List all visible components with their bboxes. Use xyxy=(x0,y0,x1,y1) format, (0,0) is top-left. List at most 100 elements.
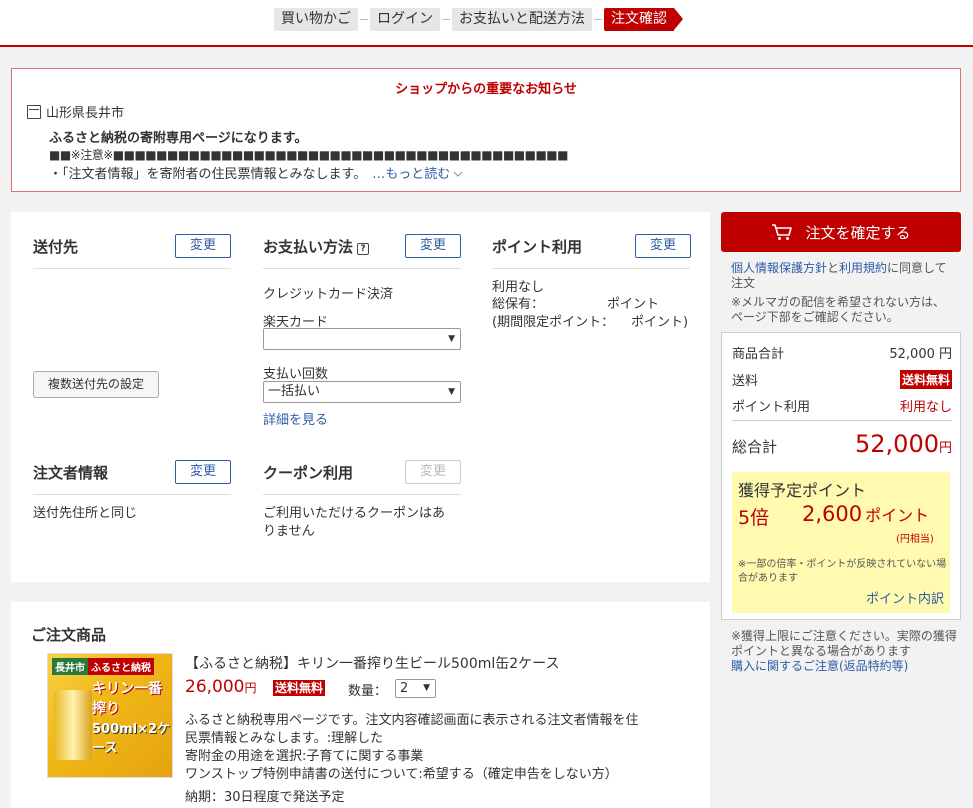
dropdown-arrow-icon: ▼ xyxy=(448,387,455,397)
divider xyxy=(33,268,231,269)
divider xyxy=(263,268,461,269)
order-title: ご注文商品 xyxy=(31,626,107,644)
subtotal-row: 商品合計 52,000 円 xyxy=(732,343,952,362)
product-image[interactable]: 長井市 ふるさと納税 キリン一番搾り 500ml×2ケース xyxy=(47,653,173,778)
product-name[interactable]: 【ふるさと納税】キリン一番搾り生ビール500ml缶2ケース xyxy=(185,653,559,673)
orderer-change-button[interactable]: 変更 xyxy=(175,460,231,484)
dropdown-arrow-icon: ▼ xyxy=(448,334,455,344)
points-used-label: ポイント利用 xyxy=(732,400,811,415)
product-image-tag-city: 長井市 xyxy=(52,658,88,675)
product-delivery: 納期：30日程度で発送予定 xyxy=(185,790,345,805)
installment-select-value: 一括払い xyxy=(268,384,321,399)
purchase-notice-link[interactable]: 購入に関するご注意(返品特約等) xyxy=(731,659,908,673)
notice-line2: ■■※注意※■■■■■■■■■■■■■■■■■■■■■■■■■■■■■■■■■■… xyxy=(49,148,569,162)
points-limited-label: (期間限定ポイント： xyxy=(492,315,615,330)
notice-shop: 山形県長井市 xyxy=(27,102,124,121)
total-label: 総合計 xyxy=(732,438,778,456)
shop-name: 山形県長井市 xyxy=(46,106,125,121)
notice-title: ショップからの重要なお知らせ xyxy=(395,82,577,97)
step-separator xyxy=(442,19,450,20)
payment-title-text: お支払い方法 xyxy=(263,238,354,256)
step-login[interactable]: ログイン xyxy=(370,8,440,31)
agreement-and: と xyxy=(827,261,840,275)
product-free-shipping: 送料無料 xyxy=(273,679,326,696)
quantity-value: 2 xyxy=(400,681,409,696)
earned-points-yen: (円相当) xyxy=(896,534,934,545)
product-price-value: 26,000 xyxy=(185,677,245,697)
chevron-down-icon xyxy=(453,171,463,177)
checkout-header: 買い物かご ログイン お支払いと配送方法 注文確認 xyxy=(0,0,973,47)
mail-note-line2: ページ下部をご確認ください。 xyxy=(731,310,899,324)
divider xyxy=(732,420,952,421)
step-separator xyxy=(594,19,602,20)
coupon-value-line2: りません xyxy=(263,524,315,539)
price-summary: 商品合計 52,000 円 送料 送料無料 ポイント利用 利用なし 総合計 52,000… xyxy=(721,332,961,620)
installment-select[interactable]: 一括払い ▼ xyxy=(263,381,461,403)
checkout-details-panel: 送付先 変更 複数送付先の設定 お支払い方法? 変更 クレジットカード決済 楽天… xyxy=(11,212,710,582)
product-price: 26,000円 xyxy=(185,677,257,697)
confirm-order-label: 注文を確定する xyxy=(805,223,911,242)
help-icon[interactable]: ? xyxy=(357,243,370,255)
step-cart[interactable]: 買い物かご xyxy=(274,8,358,31)
shipping-fee-label: 送料 xyxy=(732,374,759,389)
earned-points-value: 2,600 xyxy=(802,502,863,526)
points-breakdown-link[interactable]: ポイント内訳 xyxy=(866,588,944,607)
mail-note-line1: ※メルマガの配信を希望されない方は、 xyxy=(731,295,946,309)
privacy-policy-link[interactable]: 個人情報保護方針 xyxy=(731,261,827,275)
product-image-qty: 500ml×2ケース xyxy=(92,722,171,756)
checkout-steps: 買い物かご ログイン お支払いと配送方法 注文確認 xyxy=(274,8,683,31)
product-image-tag-furusato: ふるさと納税 xyxy=(88,658,154,675)
dropdown-arrow-icon: ▼ xyxy=(423,683,430,693)
orderer-value: 送付先住所と同じ xyxy=(33,506,138,521)
notice-line3: ・「注文者情報」を寄附者の住民票情報とみなします。 …もっと読む xyxy=(49,163,463,182)
earned-points: 2,600 ポイント xyxy=(802,502,929,526)
product-can-graphic xyxy=(54,690,92,760)
limit-note-line2: ポイントと異なる場合があります xyxy=(731,644,912,658)
free-shipping-badge: 送料無料 xyxy=(273,680,326,696)
total-value: 52,000円 xyxy=(855,430,952,458)
product-desc-line1: ふるさと納税専用ページです。注文内容確認画面に表示される注文者情報を住 xyxy=(185,713,639,728)
multiple-shipping-button[interactable]: 複数送付先の設定 xyxy=(33,371,159,398)
step-confirm: 注文確認 xyxy=(604,8,683,31)
points-used-row: ポイント利用 利用なし xyxy=(732,396,952,415)
product-desc-line4: ワンストップ特例申請書の送付について:希望する（確定申告をしない方） xyxy=(185,767,618,782)
quantity-label: 数量： xyxy=(348,684,388,699)
subtotal-value: 52,000 円 xyxy=(889,347,952,362)
shipping-change-button[interactable]: 変更 xyxy=(175,234,231,258)
agreement-rest2: 注文 xyxy=(731,276,756,290)
shipping-fee-badge: 送料無料 xyxy=(899,370,952,389)
confirm-order-button[interactable]: 注文を確定する xyxy=(721,212,961,252)
earned-note-line1: ※一部の倍率・ポイントが反映されていない場 xyxy=(738,559,947,570)
total-yen: 円 xyxy=(938,441,952,456)
card-select[interactable]: ▼ xyxy=(263,328,461,350)
earned-points-box: 獲得予定ポイント 5倍 2,600 ポイント (円相当) ※一部の倍率・ポイントが… xyxy=(732,472,950,613)
shop-notice: ショップからの重要なお知らせ 山形県長井市 ふるさと納税の寄附専用ページになりま… xyxy=(11,68,961,192)
notice-line3-text: ・「注文者情報」を寄附者の住民票情報とみなします。 xyxy=(49,167,367,182)
payment-details-link[interactable]: 詳細を見る xyxy=(263,409,328,428)
step-payment-shipping[interactable]: お支払いと配送方法 xyxy=(452,8,592,31)
points-total-label: 総保有： xyxy=(492,297,545,312)
earned-points-rate: 5倍 xyxy=(738,507,770,529)
terms-link[interactable]: 利用規約 xyxy=(839,261,887,275)
shipping-row: 送料 送料無料 xyxy=(732,370,952,389)
payment-method: クレジットカード決済 xyxy=(263,287,394,302)
read-more-link[interactable]: …もっと読む xyxy=(372,167,463,182)
earned-note-line2: 合があります xyxy=(738,573,798,584)
product-desc-line3: 寄附金の用途を選択:子育てに関する事業 xyxy=(185,749,424,764)
limit-note-line1: ※獲得上限にご注意ください。実際の獲得 xyxy=(731,629,957,643)
coupon-change-button[interactable]: 変更 xyxy=(405,460,461,484)
points-change-button[interactable]: 変更 xyxy=(635,234,691,258)
coupon-title: クーポン利用 xyxy=(263,464,354,482)
earned-points-title: 獲得予定ポイント xyxy=(738,481,867,500)
divider xyxy=(492,268,690,269)
installment-label: 支払い回数 xyxy=(263,367,329,382)
payment-change-button[interactable]: 変更 xyxy=(405,234,461,258)
subtotal-label: 商品合計 xyxy=(732,347,785,362)
quantity-select[interactable]: 2 ▼ xyxy=(395,679,436,698)
shipping-title: 送付先 xyxy=(33,238,79,256)
product-price-yen: 円 xyxy=(244,681,257,695)
earned-points-unit: ポイント xyxy=(865,506,930,525)
cart-icon xyxy=(772,224,793,240)
agreement-rest: に同意して xyxy=(887,261,947,275)
step-separator xyxy=(360,19,368,20)
